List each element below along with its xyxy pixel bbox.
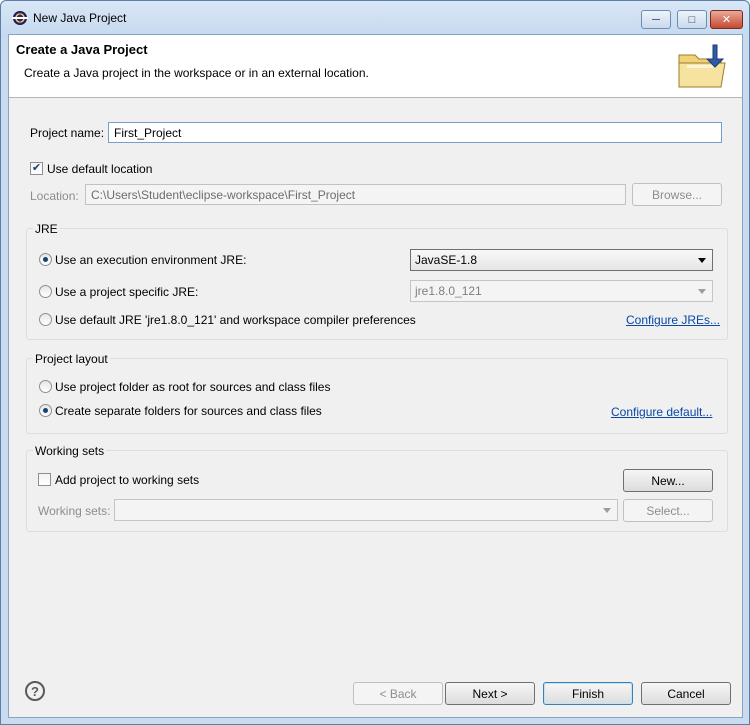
execution-environment-select[interactable]: JavaSE-1.8 — [410, 249, 713, 271]
new-working-set-button[interactable]: New... — [623, 469, 713, 492]
project-name-input[interactable]: First_Project — [108, 122, 722, 143]
chevron-down-icon — [603, 508, 611, 513]
jre-execution-environment-label: Use an execution environment JRE: — [55, 253, 247, 267]
add-to-working-sets-label: Add project to working sets — [55, 473, 200, 487]
jre-execution-environment-radio[interactable] — [39, 253, 52, 266]
back-button[interactable]: < Back — [353, 682, 443, 705]
layout-project-root-label: Use project folder as root for sources a… — [55, 380, 331, 394]
project-layout-group-title: Project layout — [33, 352, 110, 366]
title-bar: New Java Project ─ □ ✕ — [1, 1, 749, 37]
browse-button[interactable]: Browse... — [632, 183, 722, 206]
chevron-down-icon — [698, 289, 706, 294]
finish-button[interactable]: Finish — [543, 682, 633, 705]
jre-default-label: Use default JRE 'jre1.8.0_121' and works… — [55, 313, 416, 327]
maximize-button[interactable]: □ — [677, 10, 707, 29]
project-specific-jre-value: jre1.8.0_121 — [415, 284, 482, 298]
window-title: New Java Project — [33, 11, 127, 25]
chevron-down-icon — [698, 258, 706, 263]
help-icon[interactable]: ? — [25, 681, 45, 701]
new-java-project-folder-icon — [678, 44, 726, 88]
eclipse-icon — [12, 11, 28, 25]
configure-default-link[interactable]: Configure default... — [611, 405, 712, 419]
minimize-button[interactable]: ─ — [641, 10, 671, 29]
working-sets-select[interactable] — [114, 499, 618, 521]
layout-project-root-radio[interactable] — [39, 380, 52, 393]
wizard-header: Create a Java Project Create a Java proj… — [9, 35, 742, 98]
wizard-description: Create a Java project in the workspace o… — [24, 66, 369, 80]
cancel-button[interactable]: Cancel — [641, 682, 731, 705]
wizard-title: Create a Java Project — [16, 42, 148, 57]
layout-separate-folders-label: Create separate folders for sources and … — [55, 404, 322, 418]
select-working-sets-button[interactable]: Select... — [623, 499, 713, 522]
project-specific-jre-select[interactable]: jre1.8.0_121 — [410, 280, 713, 302]
next-button[interactable]: Next > — [445, 682, 535, 705]
location-input[interactable]: C:\Users\Student\eclipse-workspace\First… — [85, 184, 626, 205]
working-sets-group-title: Working sets — [33, 444, 107, 458]
close-button[interactable]: ✕ — [710, 10, 743, 29]
working-sets-label: Working sets: — [38, 504, 111, 518]
execution-environment-value: JavaSE-1.8 — [415, 253, 478, 267]
layout-separate-folders-radio[interactable] — [39, 404, 52, 417]
project-name-label: Project name: — [30, 126, 105, 140]
dialog-content: Create a Java Project Create a Java proj… — [8, 34, 743, 718]
configure-jres-link[interactable]: Configure JREs... — [626, 313, 720, 327]
add-to-working-sets-checkbox[interactable] — [38, 473, 51, 486]
jre-default-radio[interactable] — [39, 313, 52, 326]
use-default-location-label: Use default location — [47, 162, 153, 176]
dialog-window: New Java Project ─ □ ✕ Create a Java Pro… — [0, 0, 750, 725]
project-layout-group — [26, 358, 728, 434]
location-label: Location: — [30, 189, 79, 203]
use-default-location-checkbox[interactable]: ✔ — [30, 162, 43, 175]
jre-project-specific-label: Use a project specific JRE: — [55, 285, 199, 299]
jre-project-specific-radio[interactable] — [39, 285, 52, 298]
jre-group-title: JRE — [33, 222, 60, 236]
